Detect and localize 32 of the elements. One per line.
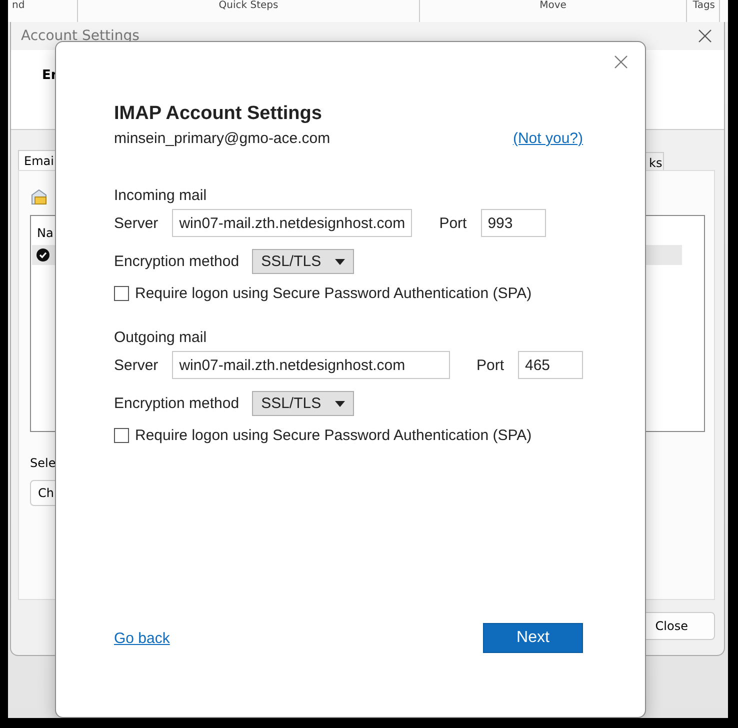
checkbox[interactable] [114, 286, 129, 301]
server-field[interactable]: win07-mail.zth.netdesignhost.com [172, 351, 450, 379]
field-label: Encryption method [114, 253, 240, 270]
section-heading: Outgoing mail [114, 329, 208, 346]
encryption-dropdown[interactable]: SSL/TLS [252, 391, 354, 416]
prompt-text: Sele [30, 456, 57, 470]
go-back-link[interactable]: Go back [114, 630, 170, 646]
port-field[interactable]: 465 [518, 351, 583, 379]
port-field[interactable]: 993 [480, 209, 546, 237]
close-icon[interactable] [698, 29, 712, 43]
checkbox[interactable] [114, 428, 129, 443]
close-icon[interactable] [614, 55, 628, 69]
checkbox-label: Require logon using Secure Password Authentication (SPA) [135, 427, 532, 444]
field-label: Server [114, 356, 158, 374]
next-button[interactable]: Next [483, 623, 583, 653]
check-badge-icon [36, 248, 50, 262]
dialog-title: IMAP Account Settings [114, 102, 323, 126]
caret-icon [335, 400, 346, 406]
account-email: minsein_primary@gmo-ace.com [114, 130, 330, 147]
server-field[interactable]: win07-mail.zth.netdesignhost.com [172, 209, 412, 237]
section-heading: Er [42, 68, 58, 83]
window-title: Account Settings [21, 28, 140, 44]
field-label: Encryption method [114, 395, 240, 412]
field-label: Server [114, 214, 158, 232]
encryption-dropdown[interactable]: SSL/TLS [252, 249, 354, 274]
field-label: Port [439, 214, 467, 232]
caret-icon [335, 258, 346, 264]
checkbox-label: Require logon using Secure Password Authentication (SPA) [135, 285, 532, 302]
section-heading: Incoming mail [114, 187, 208, 204]
column-header: Na [37, 226, 54, 240]
field-label: Port [476, 356, 504, 374]
not-you-link[interactable]: (Not you?) [512, 130, 583, 147]
